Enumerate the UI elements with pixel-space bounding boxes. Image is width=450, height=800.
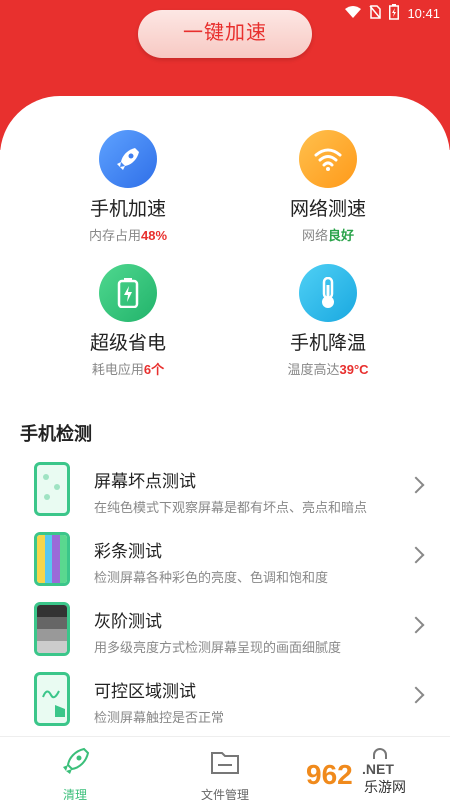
section-title: 手机检测 — [20, 424, 92, 444]
chevron-right-icon — [407, 686, 425, 704]
chevron-right-icon — [407, 616, 425, 634]
tool-subtitle: 耗电应用6个 — [91, 362, 165, 377]
tool-title: 网络测速 — [289, 199, 366, 220]
watermark-suffix: .NET — [362, 761, 394, 777]
temperature-value: 39°C — [339, 362, 369, 377]
chevron-right-icon — [407, 546, 425, 564]
power-apps-value: 6个 — [143, 362, 165, 377]
wifi-icon — [299, 130, 357, 188]
rocket-icon — [99, 130, 157, 188]
list-item-title: 灰阶测试 — [94, 612, 162, 631]
list-item-grayscale-test[interactable]: 灰阶测试 用多级亮度方式检测屏幕呈现的画面细腻度 — [0, 595, 450, 665]
list-item-desc: 检测屏幕触控是否正常 — [94, 710, 225, 725]
wifi-icon — [345, 6, 362, 21]
check-list: 屏幕坏点测试 在纯色模式下观察屏幕是都有坏点、亮点和暗点 彩条测试 检测屏幕各种… — [0, 455, 450, 735]
color-bar-phone-icon — [34, 532, 70, 586]
tool-subtitle: 温度高达39°C — [287, 362, 369, 377]
list-item-title: 可控区域测试 — [94, 682, 196, 701]
nav-label: 文件管理 — [200, 788, 249, 800]
network-status-value: 良好 — [328, 228, 355, 243]
chevron-right-icon — [407, 476, 425, 494]
list-item-title: 彩条测试 — [94, 542, 162, 561]
watermark-logo: 962 .NET 乐游网 — [304, 756, 444, 796]
grayscale-phone-icon — [34, 602, 70, 656]
nav-item-file-manager[interactable]: 文件管理 — [165, 745, 285, 800]
list-item-color-bar-test[interactable]: 彩条测试 检测屏幕各种彩色的亮度、色调和饱和度 — [0, 525, 450, 595]
tool-network-speed[interactable]: 网络测速 网络良好 — [238, 130, 418, 244]
tool-cooling[interactable]: 手机降温 温度高达39°C — [238, 264, 418, 378]
touch-phone-icon — [34, 672, 70, 726]
tool-subtitle: 网络良好 — [301, 228, 355, 243]
list-item-title: 屏幕坏点测试 — [94, 472, 196, 491]
tool-title: 手机加速 — [89, 199, 166, 220]
no-sim-icon — [369, 5, 382, 22]
rocket-nav-icon — [15, 745, 135, 784]
watermark-sub: 乐游网 — [364, 780, 406, 796]
status-time: 10:41 — [407, 6, 440, 21]
one-click-boost-button[interactable]: 一键加速 — [138, 10, 312, 58]
dead-pixel-phone-icon — [34, 462, 70, 516]
memory-usage-value: 48% — [140, 228, 168, 243]
tool-title: 手机降温 — [289, 333, 366, 354]
list-item-touch-area-test[interactable]: 可控区域测试 检测屏幕触控是否正常 — [0, 665, 450, 735]
folder-icon — [165, 745, 285, 784]
tool-phone-boost[interactable]: 手机加速 内存占用48% — [38, 130, 218, 244]
list-item-desc: 检测屏幕各种彩色的亮度、色调和饱和度 — [94, 570, 329, 585]
tool-power-saving[interactable]: 超级省电 耗电应用6个 — [38, 264, 218, 378]
thermometer-icon — [299, 264, 357, 322]
nav-label: 清理 — [62, 788, 87, 800]
tool-subtitle: 内存占用48% — [88, 228, 168, 243]
watermark-brand: 962 — [306, 759, 353, 790]
battery-icon — [389, 4, 400, 23]
battery-icon — [99, 264, 157, 322]
list-item-desc: 在纯色模式下观察屏幕是都有坏点、亮点和暗点 — [94, 500, 368, 515]
status-icons: 10:41 — [345, 4, 440, 23]
nav-item-clean[interactable]: 清理 — [15, 745, 135, 800]
tool-title: 超级省电 — [89, 333, 166, 354]
list-item-dead-pixel-test[interactable]: 屏幕坏点测试 在纯色模式下观察屏幕是都有坏点、亮点和暗点 — [0, 455, 450, 525]
list-item-desc: 用多级亮度方式检测屏幕呈现的画面细腻度 — [94, 640, 342, 655]
